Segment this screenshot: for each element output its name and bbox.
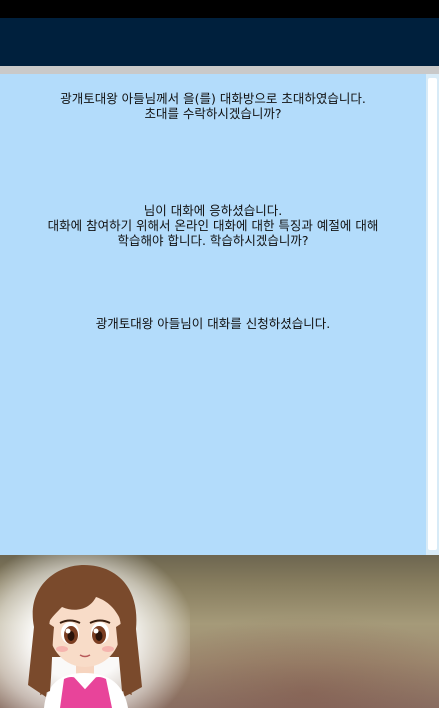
girl-character-icon xyxy=(28,565,142,708)
character-scene xyxy=(0,555,439,708)
message-line: 대화에 참여하기 위해서 온라인 대화에 대한 특징과 예절에 대해 xyxy=(47,218,379,233)
message-line: 초대를 수락하시겠습니까? xyxy=(144,106,282,121)
divider xyxy=(0,66,439,74)
system-message-request[interactable]: 광개토대왕 아들님이 대화를 신청하셨습니다. xyxy=(6,316,420,331)
status-bar xyxy=(0,0,439,18)
message-line: 님이 대화에 응하셨습니다. xyxy=(143,203,283,218)
system-message-join[interactable]: 님이 대화에 응하셨습니다. 대화에 참여하기 위해서 온라인 대화에 대한 특… xyxy=(6,203,420,248)
message-line: 광개토대왕 아들님이 대화를 신청하셨습니다. xyxy=(95,316,331,331)
message-line: 학습해야 합니다. 학습하시겠습니까? xyxy=(117,233,309,248)
message-line: 광개토대왕 아들님께서 을(를) 대화방으로 초대하였습니다. xyxy=(60,91,366,106)
scrollbar-thumb[interactable] xyxy=(428,78,437,550)
app-bar xyxy=(0,18,439,66)
system-message-invite[interactable]: 광개토대왕 아들님께서 을(를) 대화방으로 초대하였습니다. 초대를 수락하시… xyxy=(6,91,420,121)
message-list[interactable]: 광개토대왕 아들님께서 을(를) 대화방으로 초대하였습니다. 초대를 수락하시… xyxy=(0,74,426,555)
